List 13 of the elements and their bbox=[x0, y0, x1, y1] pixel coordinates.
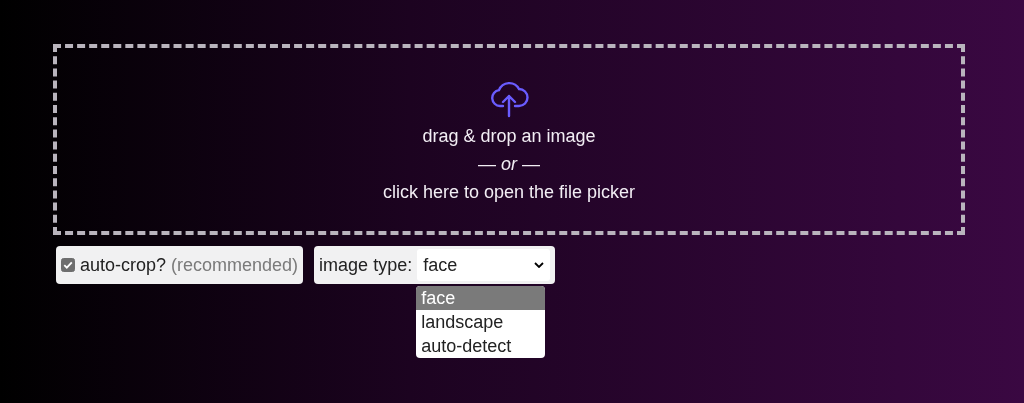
auto-crop-label: auto-crop? bbox=[80, 254, 167, 276]
image-type-select[interactable]: face bbox=[417, 249, 551, 281]
dropdown-option[interactable]: auto-detect bbox=[416, 334, 546, 358]
separator-text: — or — bbox=[477, 153, 540, 176]
auto-crop-checkbox[interactable] bbox=[61, 258, 75, 272]
file-picker-link[interactable]: click here to open the file picker bbox=[382, 178, 636, 206]
image-type-label: image type: bbox=[319, 254, 413, 276]
drop-zone[interactable]: drag & drop an image — or — click here to open the file picker bbox=[53, 44, 965, 235]
dropdown-option[interactable]: face bbox=[416, 286, 546, 310]
dropdown-option[interactable]: landscape bbox=[416, 310, 546, 334]
drop-instruction: drag & drop an image bbox=[422, 125, 596, 148]
recommended-hint: (recommended) bbox=[171, 254, 299, 276]
chevron-down-icon bbox=[534, 262, 545, 268]
